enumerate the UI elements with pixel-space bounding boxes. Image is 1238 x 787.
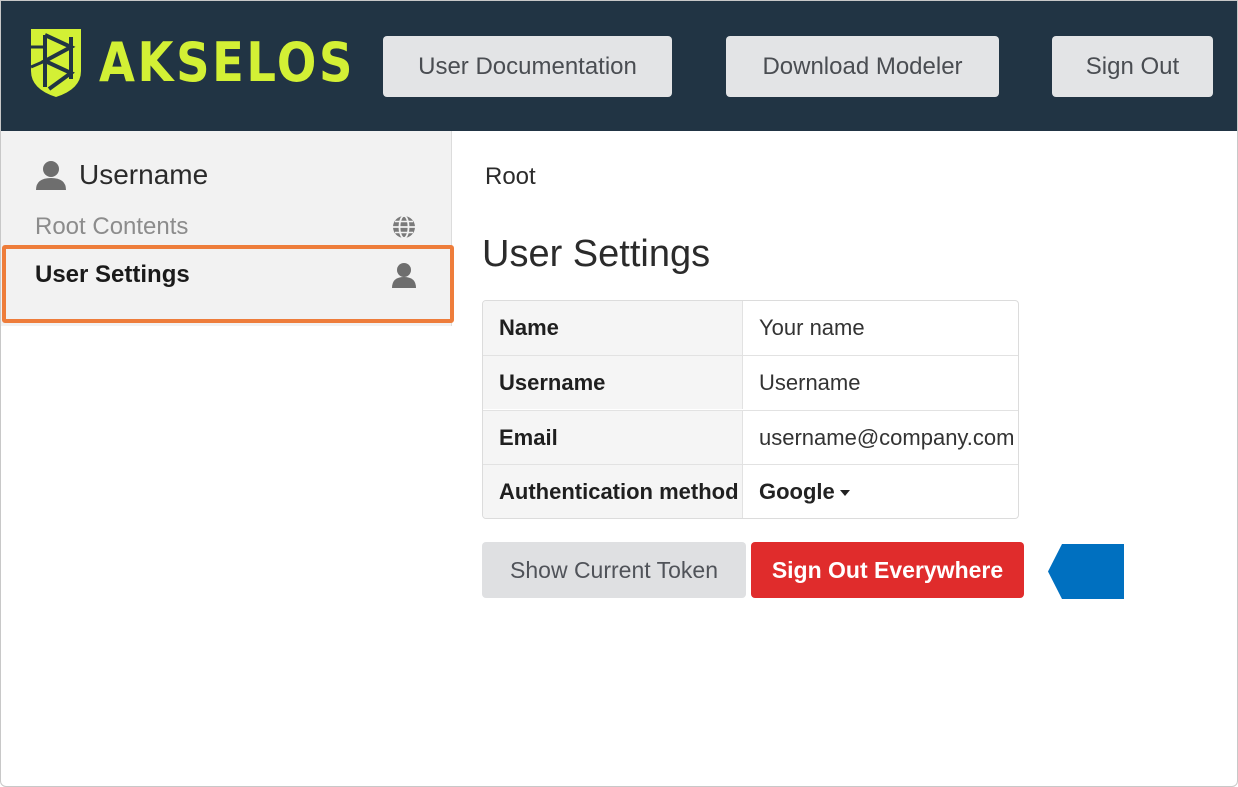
app-window: AKSELOS User Documentation Download Mode… — [0, 0, 1238, 787]
user-documentation-button[interactable]: User Documentation — [383, 36, 672, 97]
field-label: Name — [483, 301, 743, 355]
table-row: Name Your name — [483, 301, 1018, 355]
shield-logo-icon — [30, 29, 81, 97]
table-row: Authentication method Google — [483, 464, 1018, 518]
email-value: username@company.com — [759, 424, 1015, 450]
table-row: Username Username — [483, 355, 1018, 409]
akselos-logo[interactable]: AKSELOS — [27, 27, 397, 99]
field-label: Email — [483, 411, 743, 464]
show-current-token-button[interactable]: Show Current Token — [482, 542, 746, 598]
download-modeler-button[interactable]: Download Modeler — [726, 36, 999, 97]
user-icon — [36, 161, 66, 190]
pointer-arrow-icon — [1048, 544, 1124, 599]
sidebar-username: Username — [79, 159, 209, 190]
top-header: AKSELOS User Documentation Download Mode… — [1, 1, 1237, 131]
sidebar: Username Root Contents User Settings — [1, 131, 452, 326]
name-value: Your name — [759, 315, 865, 340]
sidebar-item-user-settings[interactable]: User Settings — [1, 251, 452, 299]
settings-table: Name Your name Username Username Email u… — [482, 300, 1019, 519]
username-value: Username — [759, 369, 861, 395]
sidebar-item-label: Root Contents — [35, 213, 189, 240]
field-label: Username — [483, 356, 743, 409]
sign-out-everywhere-button[interactable]: Sign Out Everywhere — [751, 542, 1024, 598]
field-label: Authentication method — [483, 465, 743, 518]
auth-method-value: Google — [759, 478, 835, 504]
auth-method-cell: Google — [743, 465, 1018, 518]
auth-method-dropdown[interactable]: Google — [759, 479, 850, 505]
sidebar-item-label: User Settings — [35, 261, 190, 288]
sidebar-item-root-contents[interactable]: Root Contents — [1, 203, 452, 251]
sidebar-user: Username — [35, 159, 208, 191]
sign-out-button[interactable]: Sign Out — [1052, 36, 1213, 97]
globe-icon — [393, 215, 415, 239]
brand-name: AKSELOS — [99, 31, 356, 94]
page-title: User Settings — [482, 233, 711, 275]
caret-down-icon — [839, 490, 850, 496]
table-row: Email username@company.com — [483, 410, 1018, 464]
user-icon — [392, 263, 416, 288]
breadcrumb[interactable]: Root — [485, 163, 536, 191]
